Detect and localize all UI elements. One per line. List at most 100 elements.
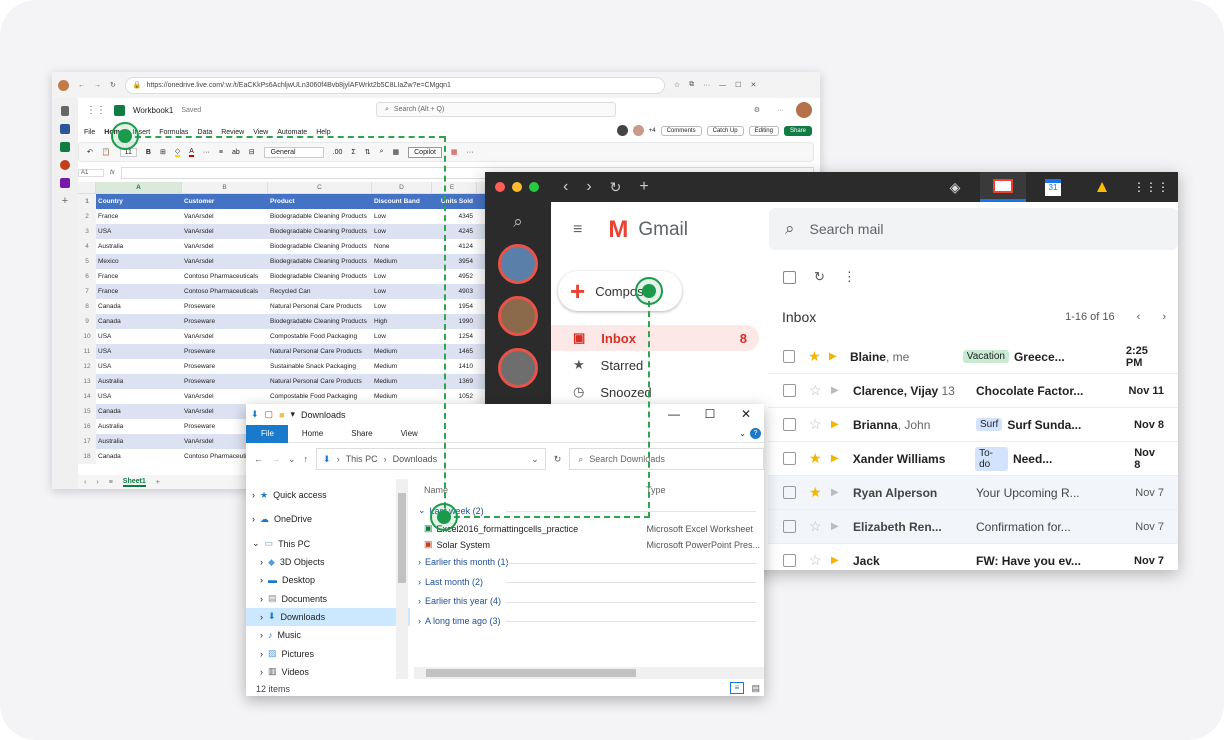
table-cell[interactable]: Proseware bbox=[182, 378, 268, 385]
close-icon[interactable]: ✕ bbox=[750, 81, 756, 89]
table-cell[interactable]: Low bbox=[372, 333, 432, 340]
nav-videos[interactable]: › ▥ Videos bbox=[246, 663, 410, 681]
table-cell[interactable]: VanArsdel bbox=[182, 393, 268, 400]
table-cell[interactable]: Low bbox=[372, 228, 432, 235]
table-cell[interactable]: Biodegradable Cleaning Products bbox=[268, 258, 372, 265]
table-cell[interactable]: Proseware bbox=[182, 318, 268, 325]
table-cell[interactable]: Natural Personal Care Products bbox=[268, 378, 372, 385]
chevron-down-icon[interactable]: ⌄ bbox=[531, 454, 539, 465]
all-sheets-icon[interactable]: ≡ bbox=[109, 479, 113, 486]
table-cell[interactable]: USA bbox=[96, 333, 182, 340]
merge-icon[interactable]: ⊟ bbox=[249, 148, 255, 156]
nav-this-pc[interactable]: ⌄ ▭ This PC bbox=[246, 535, 410, 553]
crumb-this-pc[interactable]: This PC bbox=[346, 454, 378, 464]
table-cell[interactable]: USA bbox=[96, 363, 182, 370]
select-all-checkbox[interactable] bbox=[783, 270, 796, 284]
tab-share[interactable]: Share bbox=[337, 425, 386, 443]
column-header-c[interactable]: C bbox=[268, 182, 372, 193]
refresh-icon[interactable]: ↻ bbox=[554, 454, 562, 465]
comments-button[interactable]: Comments bbox=[660, 125, 702, 136]
table-cell[interactable]: Medium bbox=[372, 348, 432, 355]
sort-icon[interactable]: ⇅ bbox=[365, 148, 371, 156]
compose-button[interactable]: + Compose bbox=[558, 271, 682, 311]
menu-help[interactable]: Help bbox=[316, 129, 330, 136]
table-cell[interactable]: France bbox=[96, 213, 182, 220]
email-row[interactable]: ☆ ▶ Brianna, John Surf Surf Sunda... Nov 8 bbox=[768, 408, 1178, 442]
row-number[interactable]: 3 bbox=[78, 224, 96, 239]
table-cell[interactable]: Biodegradable Cleaning Products bbox=[268, 228, 372, 235]
group-earlier-this-month[interactable]: › Earlier this month (1) bbox=[414, 553, 764, 573]
table-cell[interactable]: 4952 bbox=[432, 273, 477, 280]
nav-inbox[interactable]: ▣ Inbox 8 bbox=[551, 325, 759, 351]
table-cell[interactable]: Medium bbox=[372, 363, 432, 370]
header-cell[interactable]: Product bbox=[268, 198, 372, 205]
star-icon[interactable]: ☆ bbox=[809, 416, 823, 433]
table-cell[interactable]: Medium bbox=[372, 378, 432, 385]
row-number[interactable]: 15 bbox=[78, 404, 96, 419]
table-cell[interactable]: Low bbox=[372, 303, 432, 310]
important-marker-icon[interactable]: ▶ bbox=[831, 521, 843, 532]
new-tab-icon[interactable]: + bbox=[639, 178, 648, 196]
number-format-select[interactable]: General bbox=[263, 146, 324, 158]
properties-icon[interactable]: ▢ bbox=[265, 409, 274, 420]
table-cell[interactable]: High bbox=[372, 318, 432, 325]
minimize-icon[interactable]: — bbox=[719, 82, 726, 89]
table-cell[interactable]: 3954 bbox=[432, 258, 477, 265]
font-color-icon[interactable]: A bbox=[189, 148, 194, 157]
expand-ribbon-icon[interactable]: ⌄ bbox=[735, 425, 750, 443]
star-icon[interactable]: ★ bbox=[809, 484, 823, 501]
email-row[interactable]: ☆ ▶ Clarence, Vijay 13 Chocolate Factor... N… bbox=[768, 374, 1178, 408]
reload-icon[interactable]: ↻ bbox=[610, 179, 622, 196]
catch-up-button[interactable]: Catch Up bbox=[706, 125, 744, 136]
table-cell[interactable]: Canada bbox=[96, 453, 182, 460]
important-marker-icon[interactable]: ▶ bbox=[831, 419, 843, 430]
find-icon[interactable]: ⌕ bbox=[380, 148, 384, 156]
email-checkbox[interactable] bbox=[783, 520, 796, 533]
horizontal-scrollbar[interactable] bbox=[414, 667, 764, 679]
table-cell[interactable]: Australia bbox=[96, 438, 182, 445]
table-cell[interactable]: Australia bbox=[96, 423, 182, 430]
gmail-tab-icon[interactable] bbox=[980, 172, 1026, 202]
close-dot[interactable] bbox=[495, 182, 505, 192]
table-cell[interactable]: USA bbox=[96, 348, 182, 355]
table-cell[interactable]: Low bbox=[372, 213, 432, 220]
email-row[interactable]: ☆ ▶ Elizabeth Ren... Confirmation for... Nov… bbox=[768, 510, 1178, 544]
menu-data[interactable]: Data bbox=[197, 129, 212, 136]
avatar[interactable] bbox=[498, 244, 538, 284]
table-cell[interactable]: Low bbox=[372, 273, 432, 280]
header-cell[interactable]: Customer bbox=[182, 198, 268, 205]
table-cell[interactable]: Medium bbox=[372, 258, 432, 265]
table-cell[interactable]: Recycled Can bbox=[268, 288, 372, 295]
important-marker-icon[interactable]: ▶ bbox=[829, 351, 840, 362]
name-box[interactable]: A1 bbox=[78, 169, 104, 177]
undo-icon[interactable]: ↶ bbox=[87, 148, 93, 156]
next-page-icon[interactable]: › bbox=[1162, 311, 1166, 323]
table-cell[interactable]: VanArsdel bbox=[182, 228, 268, 235]
table-cell[interactable]: Biodegradable Cleaning Products bbox=[268, 273, 372, 280]
table-cell[interactable]: Low bbox=[372, 288, 432, 295]
table-cell[interactable]: Biodegradable Cleaning Products bbox=[268, 243, 372, 250]
collections-icon[interactable]: ⧉ bbox=[689, 81, 694, 89]
row-number[interactable]: 18 bbox=[78, 449, 96, 464]
workbook-name[interactable]: Workbook1 bbox=[133, 106, 173, 115]
copilot-button[interactable]: Copilot bbox=[408, 146, 442, 158]
paste-icon[interactable]: 📋 bbox=[102, 148, 111, 156]
table-cell[interactable]: Proseware bbox=[182, 363, 268, 370]
table-cell[interactable]: 1052 bbox=[432, 393, 477, 400]
gmail-logo[interactable]: ≡ M Gmail bbox=[573, 216, 688, 244]
prev-sheet-icon[interactable]: ‹ bbox=[84, 479, 86, 486]
menu-automate[interactable]: Automate bbox=[277, 129, 307, 136]
qat-dropdown-icon[interactable]: ▾ bbox=[291, 409, 296, 420]
table-cell[interactable]: France bbox=[96, 288, 182, 295]
menu-file[interactable]: File bbox=[84, 129, 95, 136]
email-row[interactable]: ★ ▶ Ryan Alperson Your Upcoming R... Nov 7 bbox=[768, 476, 1178, 510]
profile-icon[interactable] bbox=[58, 79, 69, 91]
table-cell[interactable]: Canada bbox=[96, 408, 182, 415]
back-icon[interactable]: ← bbox=[78, 82, 85, 89]
address-bar[interactable]: 🔒 https://onedrive.live.com/:w:/t/EaCKkP… bbox=[124, 76, 665, 94]
tab-view[interactable]: View bbox=[387, 425, 432, 443]
onenote-icon[interactable] bbox=[60, 178, 70, 188]
table-cell[interactable]: 1465 bbox=[432, 348, 477, 355]
star-icon[interactable]: ★ bbox=[809, 450, 823, 467]
email-checkbox[interactable] bbox=[783, 350, 796, 363]
